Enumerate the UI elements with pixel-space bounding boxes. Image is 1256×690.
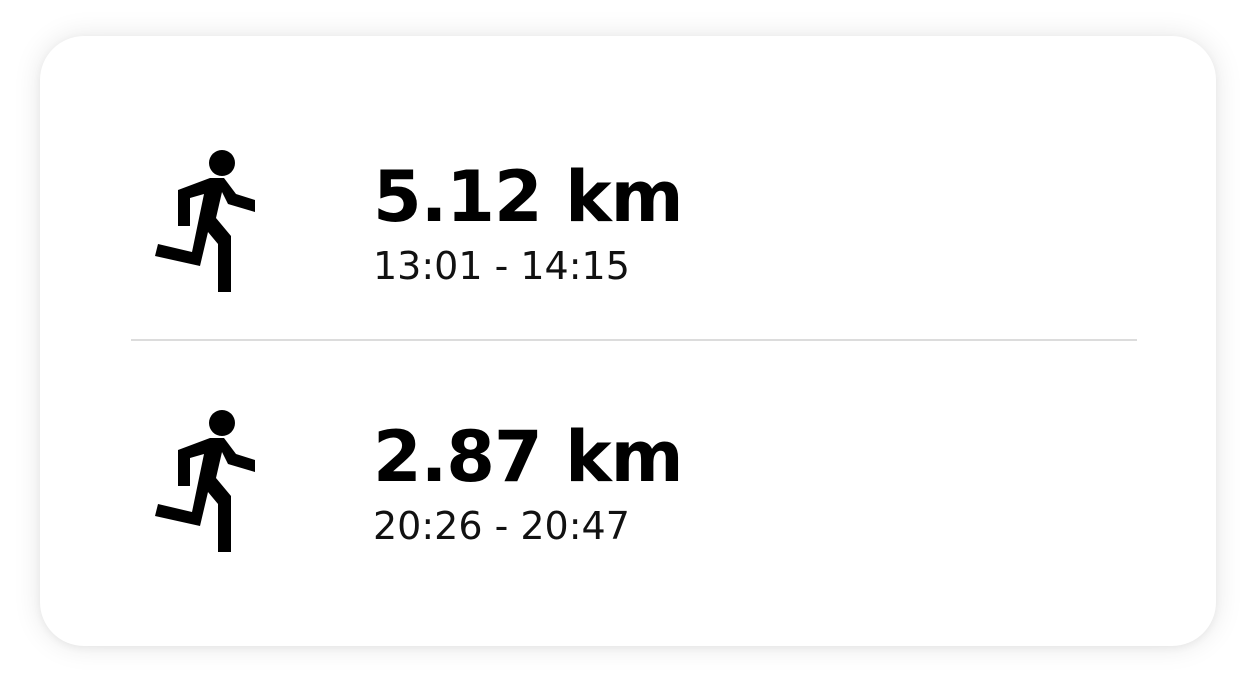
activity-distance: 5.12 km [373,156,684,238]
activity-row[interactable]: 5.12 km 13:01 - 14:15 [40,148,1216,318]
running-person-icon [150,148,270,298]
running-person-icon [150,408,270,558]
activity-distance: 2.87 km [373,416,684,498]
activity-time-range: 13:01 - 14:15 [373,244,630,288]
activity-time-range: 20:26 - 20:47 [373,504,630,548]
activity-row[interactable]: 2.87 km 20:26 - 20:47 [40,408,1216,578]
divider [131,339,1137,341]
activity-card: 5.12 km 13:01 - 14:15 2.87 km 20:26 - 20… [40,36,1216,646]
